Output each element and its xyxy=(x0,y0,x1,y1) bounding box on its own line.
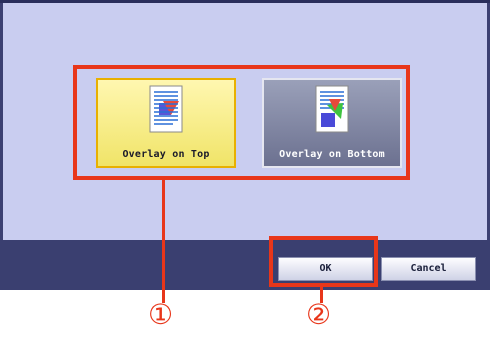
callout-line-1 xyxy=(162,180,165,303)
cancel-button[interactable]: Cancel xyxy=(381,257,476,281)
callout-number-2: ② xyxy=(306,298,332,331)
ok-highlight-box xyxy=(269,236,378,287)
callout-number-1: ① xyxy=(148,298,174,331)
options-highlight-box xyxy=(73,65,410,180)
